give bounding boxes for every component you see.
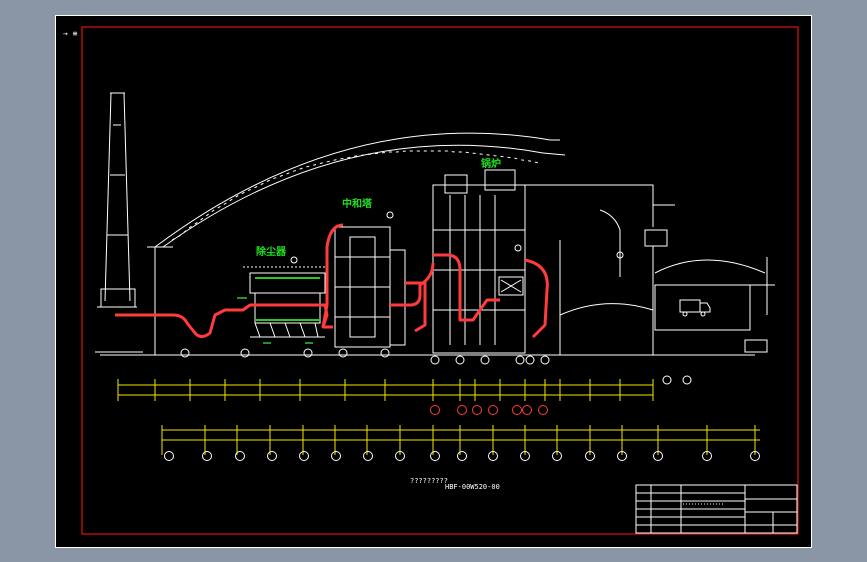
drawing-frame xyxy=(81,26,799,535)
corner-mark: → ≡ xyxy=(63,29,78,38)
roof-truss xyxy=(147,132,566,355)
dimension-lines xyxy=(117,379,760,455)
waste-bunker-hall xyxy=(525,184,775,355)
cad-viewport[interactable]: → ≡ 除尘器 中和塔 锅炉 ????????? HBF-00W520-00 xyxy=(55,15,812,548)
chimney xyxy=(95,92,143,353)
boiler xyxy=(432,169,526,354)
axis-bubbles xyxy=(164,348,760,461)
drawing-number: HBF-00W520-00 xyxy=(445,483,500,491)
red-axis-bubbles xyxy=(430,405,548,415)
neutralization-tower xyxy=(334,211,406,348)
dust-collector xyxy=(243,256,327,338)
label-boiler: 锅炉 xyxy=(481,157,501,170)
label-dust-collector: 除尘器 xyxy=(256,245,287,258)
title-block xyxy=(635,484,798,534)
label-neutralization-tower: 中和塔 xyxy=(342,197,373,210)
drawing-canvas: → ≡ 除尘器 中和塔 锅炉 ????????? HBF-00W520-00 xyxy=(55,15,812,548)
drawing-name: ????????? xyxy=(410,477,448,485)
flue-duct xyxy=(115,223,549,339)
